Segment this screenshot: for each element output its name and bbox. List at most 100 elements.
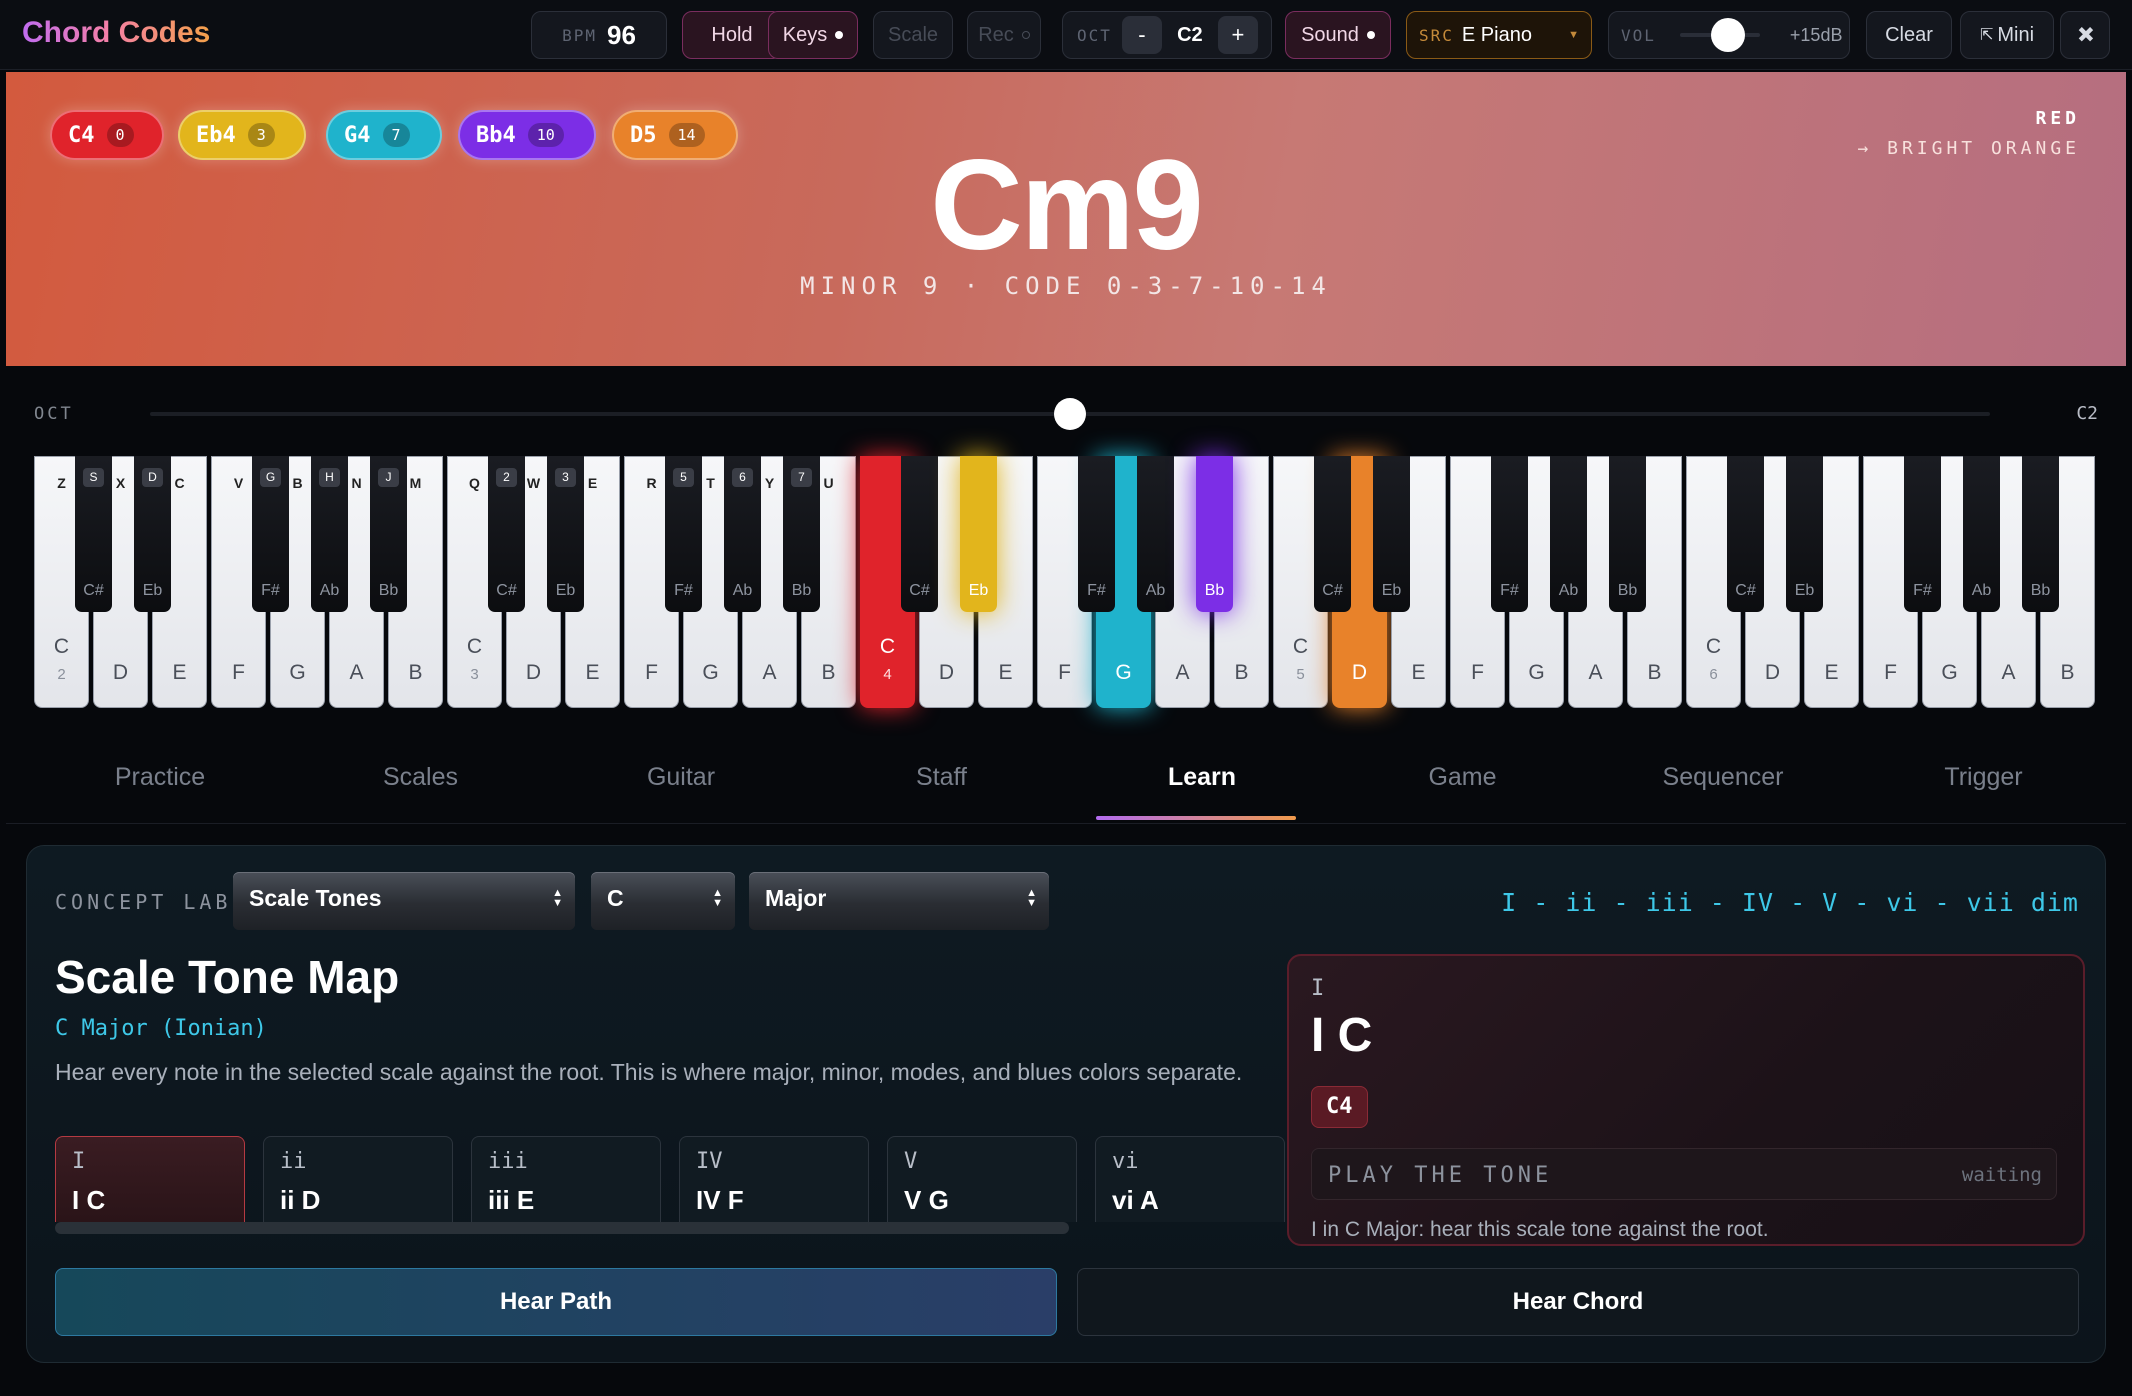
clear-button[interactable]: Clear [1866,11,1952,59]
tab-practice[interactable]: Practice [30,736,290,824]
keys-button[interactable]: Keys [768,11,858,59]
scale-degree-card[interactable]: V V G [887,1136,1077,1222]
black-key-label: F# [674,582,693,599]
piano-black-key[interactable]: Eb 3 [547,456,584,612]
piano-black-key[interactable]: Bb [2022,456,2059,612]
piano-black-key[interactable]: F# [1078,456,1115,612]
piano-black-key[interactable]: F# G [252,456,289,612]
tab-sequencer[interactable]: Sequencer [1593,736,1853,824]
detail-roman: I [1311,976,1325,1001]
black-key-label: Ab [1145,582,1166,599]
volume-slider-thumb[interactable] [1710,18,1745,52]
mini-button[interactable]: ⇱ Mini [1960,11,2054,59]
white-key-label: B [1647,661,1662,684]
octave-minus-button[interactable]: - [1121,16,1162,54]
piano-black-key[interactable]: Bb 7 [783,456,820,612]
degree-name: ii D [280,1185,321,1215]
chord-display: C4 0 Eb4 3 G4 7 Bb4 10 D5 14 Cm9 MINOR 9 · CODE 0… [6,72,2126,366]
degree-roman: ii [280,1149,307,1174]
white-key-label: F [1884,661,1897,684]
octave-control: OCT - C2 + [1062,11,1272,59]
octave-value: C2 [1177,23,1203,46]
black-key-label: Eb [968,582,989,599]
bpm-control[interactable]: BPM 96 [531,11,667,59]
piano-black-key[interactable]: Eb D [134,456,171,612]
hold-label: Hold [711,23,753,46]
degree-name: V G [904,1185,949,1215]
black-key-label: Ab [1558,582,1579,599]
piano-black-key[interactable]: Eb [1786,456,1823,612]
mode-tabs: Practice Scales Guitar Staff Learn Game Sequen… [6,736,2126,824]
keys-label: Keys [782,23,828,46]
piano-black-key[interactable]: Eb [1373,456,1410,612]
tab-guitar[interactable]: Guitar [551,736,811,824]
piano-black-key[interactable]: F# [1904,456,1941,612]
hear-chord-button[interactable]: Hear Chord [1077,1268,2079,1336]
piano-black-key[interactable]: Bb J [370,456,407,612]
piano-black-key[interactable]: Bb [1609,456,1646,612]
mode-select-value: Major [765,885,827,911]
tab-trigger[interactable]: Trigger [1854,736,2114,824]
piano-black-key[interactable]: Ab [1550,456,1587,612]
sound-label: Sound [1301,23,1359,46]
piano-black-key[interactable]: Ab 6 [724,456,761,612]
keyboard-shortcut-label: 6 [732,468,753,487]
white-key-label: B [2060,661,2075,684]
black-key-label: Bb [2030,582,2051,599]
octave-number: 5 [1296,666,1305,683]
piano-black-key[interactable]: F# [1491,456,1528,612]
piano-black-key[interactable]: Bb [1196,456,1233,612]
hold-button[interactable]: Hold [682,11,782,59]
piano-black-key[interactable]: C# S [75,456,112,612]
piano-black-key[interactable]: C# 2 [488,456,525,612]
detail-note-chip[interactable]: C4 [1311,1086,1368,1128]
piano-black-key[interactable]: C# [901,456,938,612]
bpm-value[interactable]: 96 [607,20,636,51]
tab-game[interactable]: Game [1333,736,1593,824]
rec-button[interactable]: Rec [967,11,1041,59]
sound-button[interactable]: Sound [1285,11,1391,59]
white-key-label: D [525,661,542,684]
scale-degree-card[interactable]: iii iii E [471,1136,661,1222]
octave-number: 3 [470,666,479,683]
degree-roman: vi [1112,1149,1139,1174]
piano-black-key[interactable]: Ab [1963,456,2000,612]
play-tone-area[interactable]: PLAY THE TONE waiting [1311,1148,2057,1200]
scale-button[interactable]: Scale [873,11,953,59]
scale-degree-scrollbar[interactable] [55,1222,1069,1234]
octave-slider-thumb[interactable] [1054,398,1086,430]
concept-select[interactable]: Scale Tones ▲ ▼ [233,872,575,930]
key-select[interactable]: C ▲ ▼ [591,872,735,930]
white-key-label: E [172,661,187,684]
white-key-label: B [821,661,836,684]
tab-scales[interactable]: Scales [291,736,551,824]
octave-slider-label: OCT [34,404,74,424]
piano-black-key[interactable]: Ab H [311,456,348,612]
keyboard-shortcut-label: 3 [555,468,576,487]
scale-degree-card[interactable]: vi vi A [1095,1136,1285,1222]
piano-black-key[interactable]: C# [1727,456,1764,612]
piano-black-key[interactable]: C# [1314,456,1351,612]
scale-degree-card[interactable]: I I C [55,1136,245,1222]
piano-black-key[interactable]: F# 5 [665,456,702,612]
sound-source-select[interactable]: SRC E Piano ▼ [1406,11,1592,59]
pin-button[interactable]: ✚ [2060,11,2110,59]
tab-learn[interactable]: Learn [1072,736,1332,824]
select-arrows-icon: ▲ ▼ [1026,887,1037,909]
white-key-label: G [1941,661,1958,684]
scale-degree-card[interactable]: IV IV F [679,1136,869,1222]
top-toolbar: Chord Codes BPM 96 Hold Keys Scale Rec O… [0,0,2132,70]
hear-path-button[interactable]: Hear Path [55,1268,1057,1336]
piano-black-key[interactable]: Ab [1137,456,1174,612]
tab-staff[interactable]: Staff [812,736,1072,824]
black-key-label: Bb [378,582,399,599]
piano-black-key[interactable]: Eb [960,456,997,612]
degree-name: vi A [1112,1185,1159,1215]
volume-slider[interactable] [1679,18,1760,52]
white-key-label: C [1705,635,1722,658]
octave-plus-button[interactable]: + [1217,16,1258,54]
black-key-label: C# [83,582,104,599]
scale-degree-card[interactable]: ii ii D [263,1136,453,1222]
black-key-label: Eb [1381,582,1402,599]
mode-select[interactable]: Major ▲ ▼ [749,872,1049,930]
